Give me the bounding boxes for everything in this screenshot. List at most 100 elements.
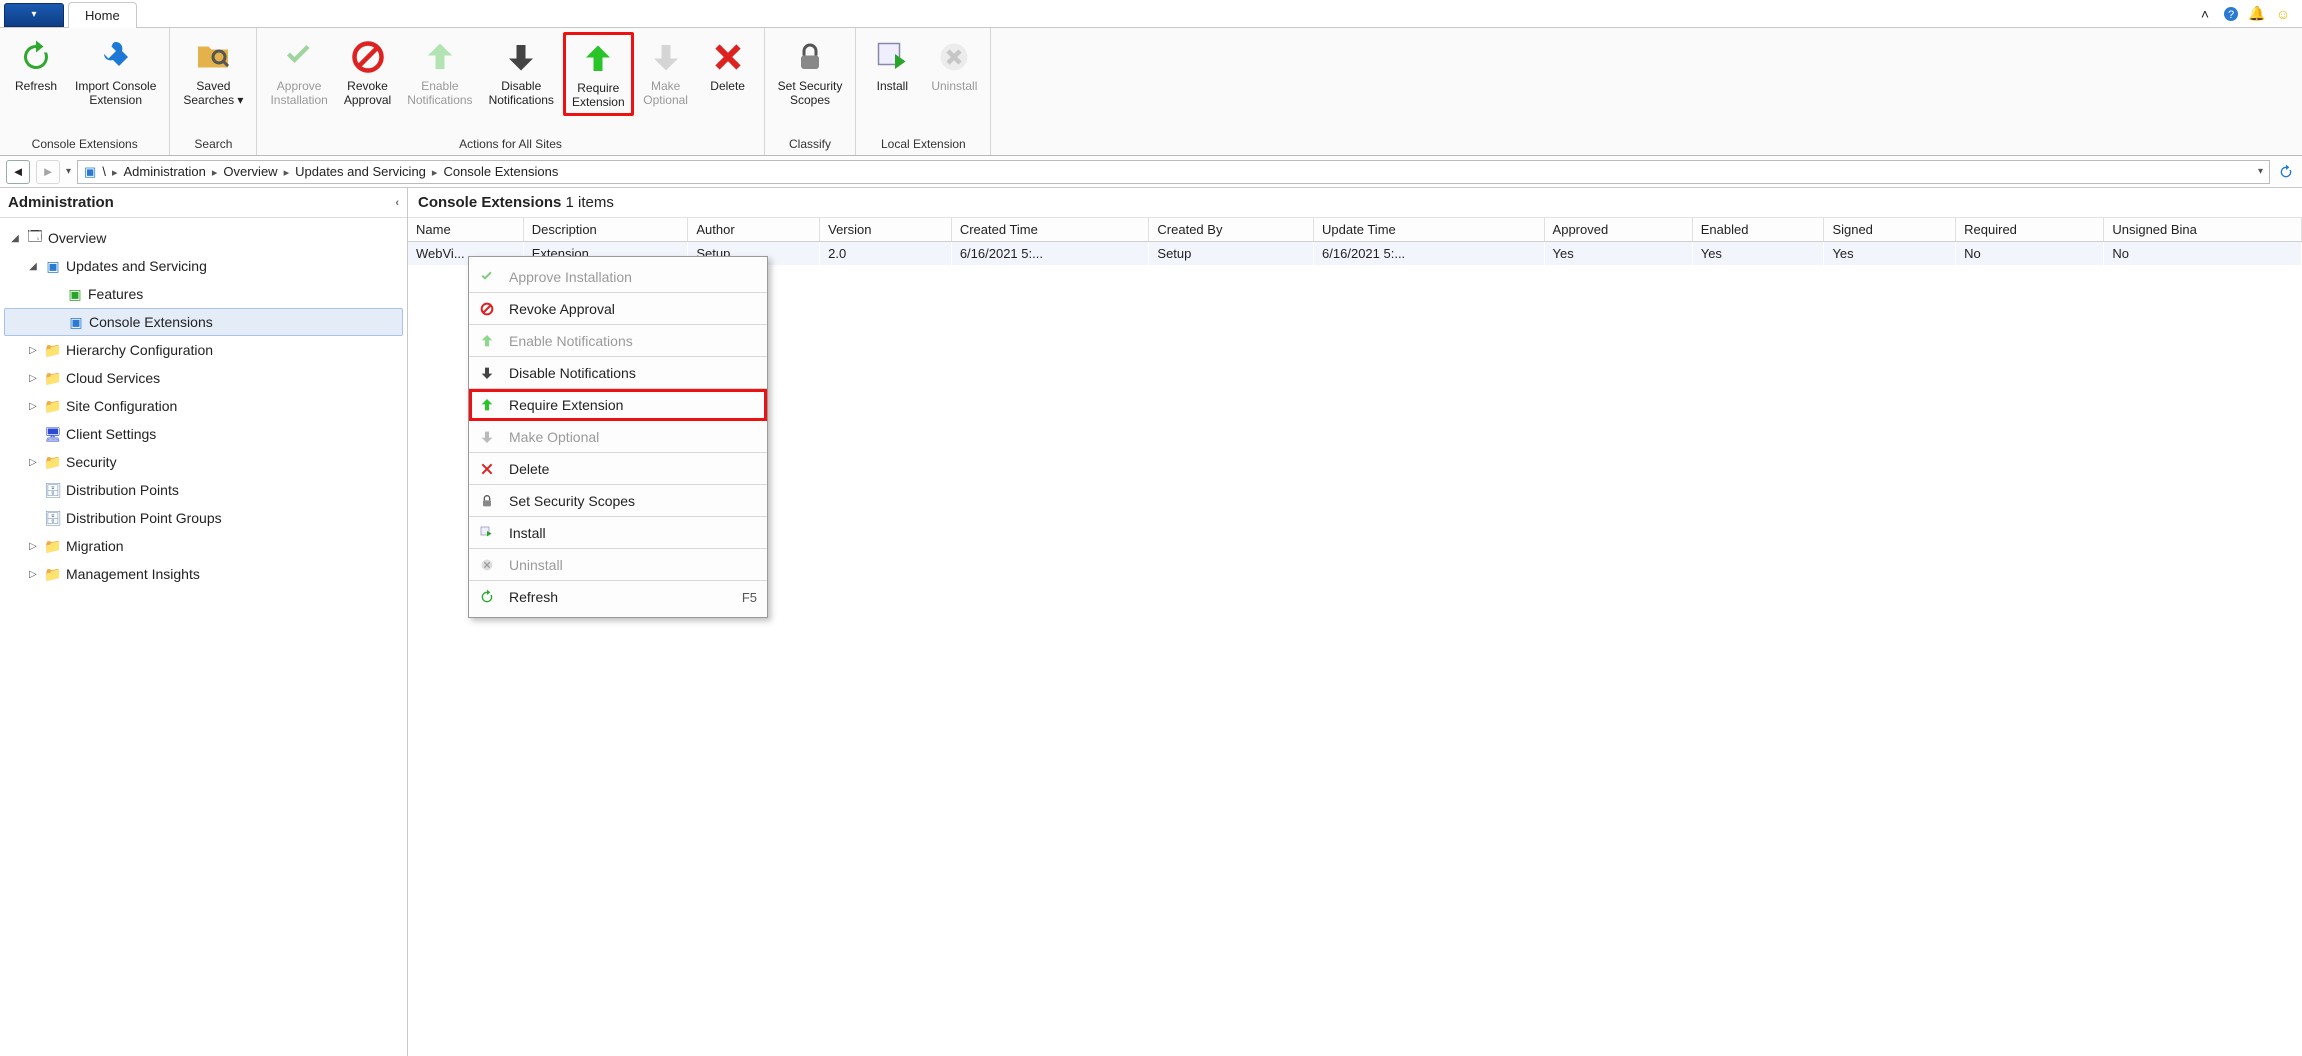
cell-required: No	[1956, 242, 2104, 266]
cm-disable-notifications[interactable]: Disable Notifications	[469, 357, 767, 389]
cm-label: Enable Notifications	[509, 333, 757, 349]
collapsed-icon: ▷	[26, 569, 40, 580]
tree-node-migration[interactable]: ▷ 📁 Migration	[4, 532, 403, 560]
tree-node-site[interactable]: ▷ 📁 Site Configuration	[4, 392, 403, 420]
tree-node-console-extensions[interactable]: ▣ Console Extensions	[4, 308, 403, 336]
breadcrumb-dropdown-icon[interactable]: ▾	[2258, 166, 2263, 177]
ribbon-group-label: Local Extension	[881, 137, 966, 153]
cm-revoke-approval[interactable]: Revoke Approval	[469, 293, 767, 325]
tree-node-dist-groups[interactable]: 🗄 Distribution Point Groups	[4, 504, 403, 532]
breadcrumb-root: \	[102, 164, 106, 179]
col-update-time[interactable]: Update Time	[1314, 218, 1545, 242]
tree-node-client[interactable]: 🖥 Client Settings	[4, 420, 403, 448]
nav-dropdown-icon[interactable]: ▾	[66, 166, 71, 177]
smiley-icon[interactable]: ☺	[2274, 5, 2292, 23]
tree-node-features[interactable]: ▣ Features	[4, 280, 403, 308]
cm-label: Install	[509, 525, 757, 541]
tree-label: Distribution Point Groups	[66, 510, 222, 526]
col-created-by[interactable]: Created By	[1149, 218, 1314, 242]
cm-enable-notifications: Enable Notifications	[469, 325, 767, 357]
import-console-extension-button[interactable]: Import Console Extension	[68, 32, 163, 112]
expanded-icon: ◢	[8, 233, 22, 244]
uninstall-x-icon	[479, 557, 499, 573]
col-author[interactable]: Author	[688, 218, 820, 242]
window-icon: ▣	[84, 164, 96, 180]
cm-label: Revoke Approval	[509, 301, 757, 317]
tree-node-security[interactable]: ▷ 📁 Security	[4, 448, 403, 476]
overview-icon: 🗔	[26, 226, 44, 250]
col-approved[interactable]: Approved	[1544, 218, 1692, 242]
ribbon-group-actions: Approve Installation Revoke Approval Ena…	[257, 28, 764, 155]
titlebar-right: ˄ ? 🔔 ☺	[2196, 5, 2302, 23]
tree-node-dist-points[interactable]: 🗄 Distribution Points	[4, 476, 403, 504]
cm-refresh[interactable]: Refresh F5	[469, 581, 767, 613]
col-created-time[interactable]: Created Time	[951, 218, 1149, 242]
breadcrumb-item[interactable]: Updates and Servicing	[295, 164, 426, 179]
nav-back-button[interactable]: ◄	[6, 160, 30, 184]
col-signed[interactable]: Signed	[1824, 218, 1956, 242]
lock-icon	[790, 37, 830, 77]
tree-node-cloud[interactable]: ▷ 📁 Cloud Services	[4, 364, 403, 392]
chevron-right-icon	[284, 164, 290, 179]
delete-label: Delete	[710, 79, 745, 93]
tree-label: Client Settings	[66, 426, 156, 442]
features-icon: ▣	[66, 286, 84, 303]
arrow-down-dark-icon	[501, 37, 541, 77]
cm-label: Make Optional	[509, 429, 757, 445]
set-security-scopes-button[interactable]: Set Security Scopes	[771, 32, 850, 112]
revoke-approval-button[interactable]: Revoke Approval	[337, 32, 398, 112]
col-enabled[interactable]: Enabled	[1692, 218, 1824, 242]
breadcrumb-item[interactable]: Overview	[223, 164, 277, 179]
folder-icon: 📁	[44, 398, 62, 415]
arrow-down-grey-icon	[646, 37, 686, 77]
arrow-down-grey-icon	[479, 429, 499, 445]
install-button[interactable]: Install	[862, 32, 922, 98]
tree-node-mgmt-insights[interactable]: ▷ 📁 Management Insights	[4, 560, 403, 588]
cm-label: Set Security Scopes	[509, 493, 757, 509]
col-description[interactable]: Description	[523, 218, 688, 242]
tree-node-overview[interactable]: ◢ 🗔 Overview	[4, 224, 403, 252]
app-menu-button[interactable]: ▾	[4, 3, 64, 27]
refresh-button[interactable]: Refresh	[6, 32, 66, 98]
tab-home[interactable]: Home	[68, 2, 137, 28]
chevron-right-icon	[112, 164, 118, 179]
disable-notifications-button[interactable]: Disable Notifications	[482, 32, 561, 112]
nav-refresh-button[interactable]	[2276, 162, 2296, 182]
tree-label: Site Configuration	[66, 398, 177, 414]
col-required[interactable]: Required	[1956, 218, 2104, 242]
saved-searches-label: Saved Searches ▾	[183, 79, 243, 107]
tree-node-updates[interactable]: ◢ ▣ Updates and Servicing	[4, 252, 403, 280]
cm-require-extension[interactable]: Require Extension	[469, 389, 767, 421]
bell-icon[interactable]: 🔔	[2248, 5, 2266, 23]
require-extension-button[interactable]: Require Extension	[563, 32, 634, 116]
tree-node-hierarchy[interactable]: ▷ 📁 Hierarchy Configuration	[4, 336, 403, 364]
chevron-up-icon[interactable]: ˄	[2196, 5, 2214, 23]
install-icon	[479, 525, 499, 541]
saved-searches-button[interactable]: Saved Searches ▾	[176, 32, 250, 112]
breadcrumb[interactable]: ▣ \ Administration Overview Updates and …	[77, 160, 2270, 184]
grid-header-row[interactable]: Name Description Author Version Created …	[408, 218, 2302, 242]
cm-install[interactable]: Install	[469, 517, 767, 549]
lock-icon	[479, 493, 499, 509]
cm-shortcut: F5	[742, 590, 757, 605]
cm-make-optional: Make Optional	[469, 421, 767, 453]
col-version[interactable]: Version	[820, 218, 952, 242]
arrow-up-bright-green-icon	[479, 397, 499, 413]
collapse-sidebar-icon[interactable]: ‹	[395, 197, 399, 209]
breadcrumb-item[interactable]: Administration	[123, 164, 205, 179]
col-unsigned[interactable]: Unsigned Bina	[2104, 218, 2302, 242]
tree-label: Management Insights	[66, 566, 200, 582]
folder-icon: 📁	[44, 342, 62, 359]
nav-forward-button[interactable]: ►	[36, 160, 60, 184]
ribbon-group-label: Actions for All Sites	[459, 137, 562, 153]
breadcrumb-item[interactable]: Console Extensions	[443, 164, 558, 179]
help-icon[interactable]: ?	[2222, 5, 2240, 23]
uninstall-button: Uninstall	[924, 32, 984, 98]
tab-strip: ▾ Home ˄ ? 🔔 ☺	[0, 0, 2302, 28]
col-name[interactable]: Name	[408, 218, 523, 242]
folder-icon: 📁	[44, 538, 62, 555]
cm-delete[interactable]: Delete	[469, 453, 767, 485]
ribbon-group-console-extensions: Refresh Import Console Extension Console…	[0, 28, 170, 155]
delete-button[interactable]: Delete	[698, 32, 758, 98]
cm-set-security-scopes[interactable]: Set Security Scopes	[469, 485, 767, 517]
